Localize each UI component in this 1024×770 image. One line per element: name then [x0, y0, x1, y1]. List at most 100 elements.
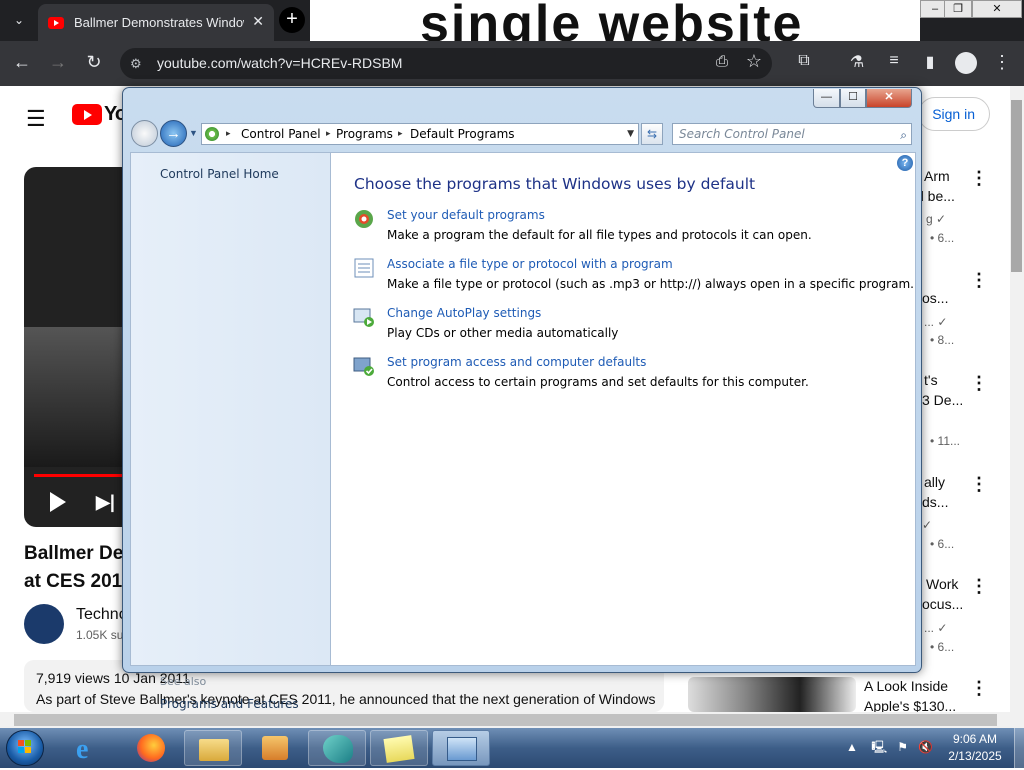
- firefox-taskbar-button[interactable]: [122, 730, 180, 766]
- search-icon[interactable]: ⌕: [900, 125, 907, 145]
- breadcrumb-control-panel[interactable]: Control Panel: [241, 124, 321, 144]
- youtube-logo-icon[interactable]: [72, 104, 102, 125]
- rec-meta: ... ✓: [924, 621, 948, 635]
- forward-button[interactable]: →: [160, 120, 187, 147]
- rec-menu-icon[interactable]: ⋮: [970, 373, 988, 394]
- breadcrumb-separator-icon[interactable]: ▸: [326, 124, 331, 144]
- rec-title[interactable]: A Look Inside: [864, 678, 948, 694]
- address-dropdown-icon[interactable]: ▼: [627, 124, 634, 144]
- start-button[interactable]: [6, 730, 44, 766]
- site-info-icon[interactable]: ⚙: [130, 48, 142, 79]
- rec-meta: • 11...: [930, 434, 960, 448]
- sticky-notes-icon: [383, 735, 415, 763]
- channel-avatar[interactable]: [24, 604, 64, 644]
- dialog-minimize-button[interactable]: —: [813, 89, 840, 108]
- rec-title[interactable]: Work: [926, 576, 958, 592]
- dialog-close-button[interactable]: ✕: [866, 89, 912, 108]
- search-input[interactable]: Search Control Panel ⌕: [672, 123, 912, 145]
- description-text: As part of Steve Ballmer's keynote at CE…: [36, 691, 656, 707]
- set-default-programs-link[interactable]: Set your default programs: [387, 208, 545, 222]
- control-panel-taskbar-button[interactable]: [432, 730, 490, 766]
- rec-menu-icon[interactable]: ⋮: [970, 270, 988, 291]
- breadcrumb-default-programs[interactable]: Default Programs: [410, 124, 515, 144]
- breadcrumb[interactable]: ▸ Control Panel ▸ Programs ▸ Default Pro…: [201, 123, 639, 145]
- tab-close-icon[interactable]: ✕: [252, 13, 264, 30]
- rec-title[interactable]: ds...: [922, 494, 948, 510]
- rec-title[interactable]: ally: [924, 474, 945, 490]
- action-center-flag-icon[interactable]: ⚑: [897, 740, 908, 754]
- rec-meta: • 6...: [930, 537, 955, 551]
- recent-pages-dropdown[interactable]: ▼: [189, 128, 198, 138]
- app-taskbar-button[interactable]: [308, 730, 366, 766]
- help-icon[interactable]: ?: [897, 155, 913, 171]
- rec-menu-icon[interactable]: ⋮: [970, 576, 988, 597]
- youtube-favicon-icon: [48, 16, 64, 29]
- rec-meta: • 8...: [930, 333, 955, 347]
- rec-menu-icon[interactable]: ⋮: [970, 474, 988, 495]
- autoplay-icon: [353, 308, 374, 327]
- windows-logo-icon: [18, 740, 31, 753]
- window-close-button[interactable]: ✕: [972, 0, 1022, 18]
- next-icon[interactable]: ▶|: [96, 492, 115, 513]
- rec-title[interactable]: os...: [922, 290, 948, 306]
- rec-title[interactable]: Arm: [924, 168, 950, 184]
- background-banner-text: single website: [420, 0, 804, 41]
- show-hidden-icons-icon[interactable]: ▲: [846, 740, 858, 754]
- clock-date: 2/13/2025: [948, 749, 1002, 763]
- video-progress-bar[interactable]: [34, 474, 134, 477]
- menu-hamburger-icon[interactable]: ☰: [26, 106, 46, 132]
- breadcrumb-programs[interactable]: Programs: [336, 124, 393, 144]
- forward-arrow-icon[interactable]: →: [46, 52, 70, 73]
- rec-title[interactable]: ocus...: [922, 596, 963, 612]
- rec-menu-icon[interactable]: ⋮: [970, 678, 988, 699]
- browser-tab[interactable]: Ballmer Demonstrates Windows ✕: [38, 4, 274, 41]
- back-arrow-icon[interactable]: ←: [10, 52, 34, 73]
- media-control-icon[interactable]: ≡: [882, 52, 906, 70]
- default-programs-icon: [355, 210, 373, 228]
- program-access-link[interactable]: Set program access and computer defaults: [387, 355, 646, 369]
- show-desktop-button[interactable]: [1014, 728, 1024, 768]
- rec-meta: ✓: [922, 518, 933, 532]
- profile-avatar-icon[interactable]: [955, 52, 977, 74]
- menu-kebab-icon[interactable]: ⋮: [990, 52, 1014, 73]
- internet-explorer-taskbar-button[interactable]: e: [62, 730, 120, 766]
- media-center-taskbar-button[interactable]: [246, 730, 304, 766]
- breadcrumb-separator-icon[interactable]: ▸: [226, 124, 231, 144]
- change-autoplay-link[interactable]: Change AutoPlay settings: [387, 306, 541, 320]
- channel-name[interactable]: Techno: [76, 606, 128, 624]
- sticky-notes-taskbar-button[interactable]: [370, 730, 428, 766]
- play-icon[interactable]: [50, 492, 66, 512]
- video-player[interactable]: ▶|: [24, 167, 134, 527]
- reload-icon[interactable]: ↻: [82, 52, 106, 73]
- network-icon[interactable]: 🖳: [871, 740, 887, 754]
- bookmark-star-icon[interactable]: ☆: [742, 51, 766, 72]
- side-panel-icon[interactable]: ▮: [918, 52, 942, 72]
- programs-and-features-link[interactable]: Programs and Features: [160, 697, 299, 711]
- explorer-taskbar-button[interactable]: [184, 730, 242, 766]
- horizontal-scroll-thumb[interactable]: [14, 714, 997, 726]
- rec-thumbnail[interactable]: [688, 677, 856, 712]
- rec-title[interactable]: 3 De...: [922, 392, 963, 408]
- install-app-icon[interactable]: ⎙: [710, 53, 734, 70]
- video-title: Ballmer De at CES 201: [24, 543, 124, 592]
- tab-search-button[interactable]: ⌄: [6, 8, 32, 32]
- rec-title[interactable]: t's: [924, 372, 938, 388]
- vertical-scroll-thumb[interactable]: [1011, 100, 1022, 272]
- clock[interactable]: 9:06 AM 2/13/2025: [940, 731, 1010, 765]
- address-bar[interactable]: ⚙ youtube.com/watch?v=HCREv-RDSBM: [120, 48, 772, 79]
- associate-file-type-link[interactable]: Associate a file type or protocol with a…: [387, 257, 673, 271]
- back-button[interactable]: [131, 120, 158, 147]
- rec-menu-icon[interactable]: ⋮: [970, 168, 988, 189]
- control-panel-home-link[interactable]: Control Panel Home: [160, 167, 279, 181]
- internet-explorer-icon: e: [76, 734, 89, 765]
- new-tab-button[interactable]: +: [279, 7, 305, 33]
- extensions-icon[interactable]: ⧉: [792, 52, 816, 70]
- refresh-icon[interactable]: ⇆: [641, 123, 663, 145]
- volume-muted-icon[interactable]: 🔇: [918, 740, 933, 754]
- window-restore-button[interactable]: ❐: [944, 0, 972, 18]
- program-access-desc: Control access to certain programs and s…: [387, 375, 809, 389]
- sign-in-button[interactable]: Sign in: [918, 97, 990, 131]
- breadcrumb-separator-icon[interactable]: ▸: [398, 124, 403, 144]
- dialog-maximize-button[interactable]: ☐: [840, 89, 866, 108]
- labs-flask-icon[interactable]: ⚗: [845, 52, 869, 72]
